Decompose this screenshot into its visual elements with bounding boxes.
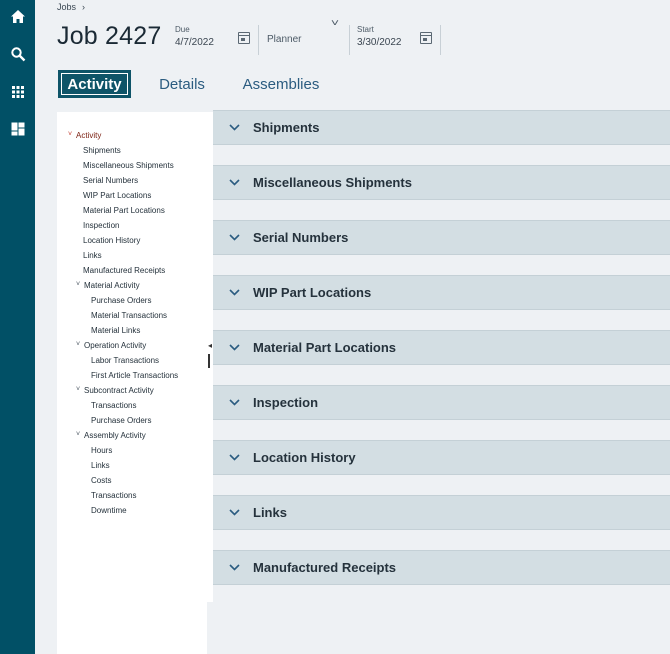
tree-item-material-transactions[interactable]: Material Transactions bbox=[91, 311, 167, 320]
section-title: Links bbox=[253, 505, 287, 520]
tree-item-location-history[interactable]: Location History bbox=[83, 236, 140, 245]
tree-item-manufactured-receipts[interactable]: Manufactured Receipts bbox=[83, 266, 165, 275]
divider bbox=[258, 25, 259, 55]
dashboard-button[interactable] bbox=[0, 114, 35, 144]
tree-item-label: Material Activity bbox=[84, 281, 140, 290]
chevron-down-icon bbox=[229, 179, 241, 186]
tree-group-operation-activity[interactable]: ˅ Operation Activity bbox=[76, 341, 147, 350]
apps-button[interactable] bbox=[0, 77, 35, 107]
tree-item-assembly-links[interactable]: Links bbox=[91, 461, 110, 470]
apps-grid-icon bbox=[11, 86, 24, 98]
breadcrumb: Jobs › bbox=[57, 2, 85, 12]
start-date-field[interactable]: Start 3/30/2022 bbox=[357, 25, 439, 55]
planner-field[interactable]: Planner bbox=[267, 34, 301, 45]
tree-item-material-links[interactable]: Material Links bbox=[91, 326, 140, 335]
tree-item-first-article-transactions[interactable]: First Article Transactions bbox=[91, 371, 178, 380]
tree-item-misc-shipments[interactable]: Miscellaneous Shipments bbox=[83, 161, 174, 170]
tree-item-downtime[interactable]: Downtime bbox=[91, 506, 127, 515]
splitter-handle[interactable] bbox=[208, 354, 210, 368]
tree-item-label: Subcontract Activity bbox=[84, 386, 154, 395]
tree-item-shipments[interactable]: Shipments bbox=[83, 146, 121, 155]
tree-item-material-part-locations[interactable]: Material Part Locations bbox=[83, 206, 165, 215]
tab-activity[interactable]: Activity bbox=[58, 70, 131, 98]
section-title: Shipments bbox=[253, 120, 320, 135]
tree-item-purchase-orders[interactable]: Purchase Orders bbox=[91, 296, 151, 305]
tree-item-costs[interactable]: Costs bbox=[91, 476, 111, 485]
search-button[interactable] bbox=[0, 39, 35, 69]
tree-item-labor-transactions[interactable]: Labor Transactions bbox=[91, 356, 159, 365]
chevron-down-icon bbox=[229, 289, 241, 296]
dashboard-icon bbox=[11, 122, 24, 136]
divider bbox=[349, 25, 350, 55]
section-inspection[interactable]: Inspection bbox=[213, 385, 670, 420]
divider bbox=[440, 25, 441, 55]
tree-item-links[interactable]: Links bbox=[83, 251, 102, 260]
chevron-down-icon bbox=[229, 454, 241, 461]
tree-item-label: Activity bbox=[76, 131, 102, 140]
tree-item-hours[interactable]: Hours bbox=[91, 446, 112, 455]
section-misc-shipments[interactable]: Miscellaneous Shipments bbox=[213, 165, 670, 200]
tree-item-wip-part-locations[interactable]: WIP Part Locations bbox=[83, 191, 151, 200]
tree-item-label: Assembly Activity bbox=[84, 431, 146, 440]
section-title: Location History bbox=[253, 450, 356, 465]
chevron-down-icon bbox=[229, 344, 241, 351]
tree-item-subcontract-purchase-orders[interactable]: Purchase Orders bbox=[91, 416, 151, 425]
tree-item-label: Operation Activity bbox=[84, 341, 147, 350]
tab-assemblies[interactable]: Assemblies bbox=[240, 70, 322, 98]
section-location-history[interactable]: Location History bbox=[213, 440, 670, 475]
collapse-panel-handle[interactable]: ◂ bbox=[208, 341, 212, 350]
chevron-down-icon: ˅ bbox=[76, 281, 81, 288]
tree-item-subcontract-transactions[interactable]: Transactions bbox=[91, 401, 137, 410]
section-title: Miscellaneous Shipments bbox=[253, 175, 412, 190]
section-material-part-locations[interactable]: Material Part Locations bbox=[213, 330, 670, 365]
tree-group-assembly-activity[interactable]: ˅ Assembly Activity bbox=[76, 431, 146, 440]
section-title: Serial Numbers bbox=[253, 230, 349, 245]
section-title: WIP Part Locations bbox=[253, 285, 372, 300]
due-date-field[interactable]: Due 4/7/2022 bbox=[175, 25, 253, 55]
chevron-right-icon: › bbox=[82, 2, 86, 12]
section-title: Manufactured Receipts bbox=[253, 560, 397, 575]
panel-gap bbox=[207, 602, 213, 654]
chevron-down-icon bbox=[229, 124, 241, 131]
section-manufactured-receipts[interactable]: Manufactured Receipts bbox=[213, 550, 670, 585]
tree-item-serial-numbers[interactable]: Serial Numbers bbox=[83, 176, 138, 185]
section-serial-numbers[interactable]: Serial Numbers bbox=[213, 220, 670, 255]
section-title: Inspection bbox=[253, 395, 319, 410]
left-nav-rail bbox=[0, 0, 35, 654]
home-icon bbox=[10, 10, 25, 23]
tree-root-activity[interactable]: ˅ Activity bbox=[68, 131, 102, 140]
tree-panel: ˅ Activity Shipments Miscellaneous Shipm… bbox=[57, 112, 213, 654]
search-icon bbox=[10, 47, 25, 62]
section-wip-part-locations[interactable]: WIP Part Locations bbox=[213, 275, 670, 310]
chevron-down-icon: ˅ bbox=[76, 386, 81, 393]
chevron-down-icon: ˅ bbox=[68, 131, 73, 138]
chevron-down-icon[interactable]: ˅ bbox=[331, 18, 339, 29]
breadcrumb-jobs-link[interactable]: Jobs bbox=[57, 2, 76, 12]
section-title: Material Part Locations bbox=[253, 340, 397, 355]
page-title: Job 2427 bbox=[57, 22, 162, 50]
home-button[interactable] bbox=[0, 2, 35, 32]
tree-group-material-activity[interactable]: ˅ Material Activity bbox=[76, 281, 140, 290]
chevron-down-icon: ˅ bbox=[76, 431, 81, 438]
chevron-down-icon bbox=[229, 509, 241, 516]
chevron-down-icon bbox=[229, 399, 241, 406]
chevron-down-icon bbox=[229, 234, 241, 241]
chevron-down-icon bbox=[229, 564, 241, 571]
tree-group-subcontract-activity[interactable]: ˅ Subcontract Activity bbox=[76, 386, 154, 395]
calendar-icon[interactable] bbox=[420, 32, 432, 44]
calendar-icon[interactable] bbox=[238, 32, 250, 44]
tree-item-inspection[interactable]: Inspection bbox=[83, 221, 119, 230]
section-shipments[interactable]: Shipments bbox=[213, 110, 670, 145]
tab-details[interactable]: Details bbox=[156, 70, 208, 98]
section-links[interactable]: Links bbox=[213, 495, 670, 530]
chevron-down-icon: ˅ bbox=[76, 341, 81, 348]
tree-item-assembly-transactions[interactable]: Transactions bbox=[91, 491, 137, 500]
